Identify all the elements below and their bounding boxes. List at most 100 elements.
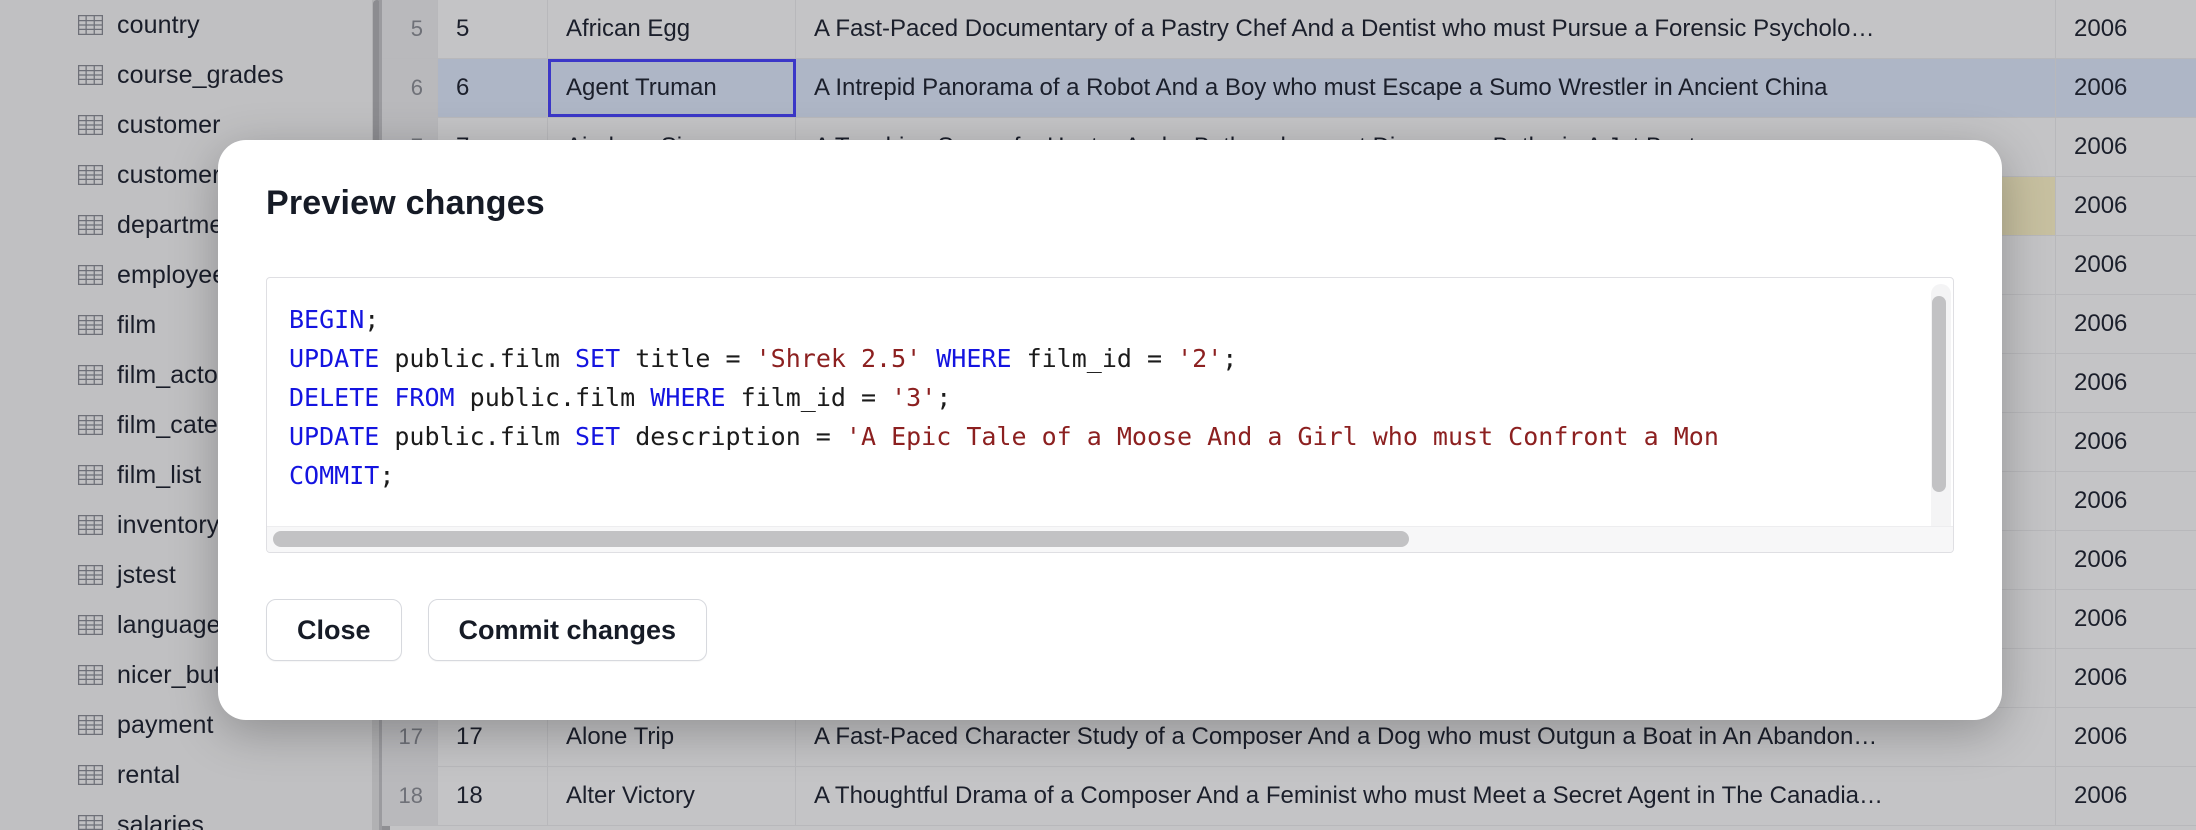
table-icon (78, 665, 103, 685)
cell-title[interactable]: African Egg (548, 0, 796, 58)
sql-token-pun: title = (620, 344, 756, 373)
sql-token-pun (379, 383, 394, 412)
table-icon (78, 215, 103, 235)
sql-token-pun (921, 344, 936, 373)
table-icon (78, 265, 103, 285)
cell-release-year[interactable]: 2006 (2056, 590, 2196, 648)
dialog-title: Preview changes (266, 184, 545, 222)
sql-token-pun: public.film (379, 422, 575, 451)
code-vertical-scrollbar-thumb[interactable] (1932, 296, 1946, 492)
cell-release-year[interactable]: 2006 (2056, 118, 2196, 176)
cell-release-year[interactable]: 2006 (2056, 59, 2196, 117)
sidebar-item-label: film (117, 310, 157, 339)
sidebar-item-label: payment (117, 710, 214, 739)
dialog-actions: Close Commit changes (266, 599, 1954, 661)
sql-token-pun: ; (379, 461, 395, 490)
sidebar-item-salaries[interactable]: salaries (0, 800, 382, 830)
commit-changes-button[interactable]: Commit changes (427, 599, 708, 661)
table-icon (78, 565, 103, 585)
cell-release-year[interactable]: 2006 (2056, 472, 2196, 530)
sql-token-kw: FROM (394, 383, 455, 412)
row-number-cell[interactable]: 6 (382, 59, 438, 117)
cell-release-year[interactable]: 2006 (2056, 649, 2196, 707)
table-icon (78, 415, 103, 435)
row-number-cell[interactable]: 18 (382, 767, 438, 825)
sql-token-pun: public.film (379, 344, 575, 373)
table-icon (78, 365, 103, 385)
sql-token-kw: SET (574, 422, 621, 451)
sql-token-pun: ; (936, 383, 952, 412)
sql-token-pun: public.film (454, 383, 651, 412)
sql-token-pun: description = (620, 422, 846, 451)
cell-description[interactable]: A Fast-Paced Documentary of a Pastry Che… (796, 0, 2056, 58)
sidebar-item-country[interactable]: country (0, 0, 382, 50)
table-icon (78, 15, 103, 35)
sql-token-pun: film_id = (1011, 344, 1178, 373)
cell-title[interactable]: Alter Victory (548, 767, 796, 825)
sql-code: BEGIN; UPDATE public.film SET title = 'Sh… (267, 278, 1953, 495)
table-icon (78, 615, 103, 635)
sidebar-item-course_grades[interactable]: course_grades (0, 50, 382, 100)
cell-release-year[interactable]: 2006 (2056, 708, 2196, 766)
sql-line: DELETE FROM public.film WHERE film_id = … (289, 378, 1931, 417)
sql-token-kw: WHERE (650, 383, 726, 412)
cell-release-year[interactable]: 2006 (2056, 0, 2196, 58)
row-number-cell[interactable]: 5 (382, 0, 438, 58)
sql-token-str: 'Shrek 2.5' (755, 344, 922, 373)
sidebar-item-label: course_grades (117, 60, 284, 89)
sql-token-kw: BEGIN (289, 305, 365, 334)
cell-release-year[interactable]: 2006 (2056, 236, 2196, 294)
close-button[interactable]: Close (266, 599, 402, 661)
sql-token-kw: UPDATE (289, 422, 380, 451)
preview-changes-dialog: Preview changes BEGIN; UPDATE public.film… (218, 140, 2002, 720)
code-vertical-scrollbar-track[interactable] (1931, 284, 1951, 536)
table-icon (78, 515, 103, 535)
sidebar-item-label: customer (117, 110, 221, 139)
sidebar-item-label: salaries (117, 810, 204, 830)
sql-token-kw: SET (574, 344, 621, 373)
table-row[interactable]: 5 5 African Egg A Fast-Paced Documentary of… (382, 0, 2196, 59)
cell-release-year[interactable]: 2006 (2056, 767, 2196, 825)
sidebar-item-label: inventory (117, 510, 220, 539)
table-icon (78, 465, 103, 485)
cell-release-year[interactable]: 2006 (2056, 531, 2196, 589)
cell-film-id[interactable]: 18 (438, 767, 548, 825)
table-icon (78, 115, 103, 135)
code-horizontal-scrollbar-thumb[interactable] (273, 531, 1409, 547)
sql-line: UPDATE public.film SET title = 'Shrek 2.… (289, 339, 1931, 378)
cell-release-year[interactable]: 2006 (2056, 354, 2196, 412)
sql-preview-box[interactable]: BEGIN; UPDATE public.film SET title = 'Sh… (266, 277, 1954, 553)
cell-release-year[interactable]: 2006 (2056, 413, 2196, 471)
sql-token-pun: film_id = (725, 383, 892, 412)
sql-line: BEGIN; (289, 300, 1931, 339)
cell-description[interactable]: A Intrepid Panorama of a Robot And a Boy… (796, 59, 2056, 117)
cell-film-id[interactable]: 5 (438, 0, 548, 58)
sql-token-str: 'A Epic Tale of a Moose And a Girl who m… (845, 422, 1719, 451)
cell-release-year[interactable]: 2006 (2056, 177, 2196, 235)
sidebar-item-label: country (117, 10, 200, 39)
cell-release-year[interactable]: 2006 (2056, 295, 2196, 353)
table-icon (78, 765, 103, 785)
sql-token-pun: ; (364, 305, 380, 334)
cell-title[interactable]: Agent Truman (548, 59, 796, 117)
cell-description[interactable]: A Thoughtful Drama of a Composer And a F… (796, 767, 2056, 825)
table-icon (78, 715, 103, 735)
sql-token-kw: UPDATE (289, 344, 380, 373)
sql-token-kw: DELETE (289, 383, 380, 412)
sql-token-pun: ; (1222, 344, 1238, 373)
cell-film-id[interactable]: 6 (438, 59, 548, 117)
sql-line: UPDATE public.film SET description = 'A … (289, 417, 1931, 456)
table-icon (78, 315, 103, 335)
table-icon (78, 165, 103, 185)
table-row[interactable]: 18 18 Alter Victory A Thoughtful Drama of a… (382, 767, 2196, 826)
code-horizontal-scrollbar-track[interactable] (267, 526, 1953, 552)
sql-editor-app: 5 5 African Egg A Fast-Paced Documentary of… (0, 0, 2196, 830)
table-icon (78, 815, 103, 830)
sidebar-item-rental[interactable]: rental (0, 750, 382, 800)
sql-token-kw: WHERE (936, 344, 1012, 373)
table-row[interactable]: 6 6 Agent Truman A Intrepid Panorama of a R… (382, 59, 2196, 118)
sidebar-item-label: rental (117, 760, 181, 789)
sidebar-item-label: film_list (117, 460, 202, 489)
sidebar-item-label: language (117, 610, 221, 639)
table-icon (78, 65, 103, 85)
